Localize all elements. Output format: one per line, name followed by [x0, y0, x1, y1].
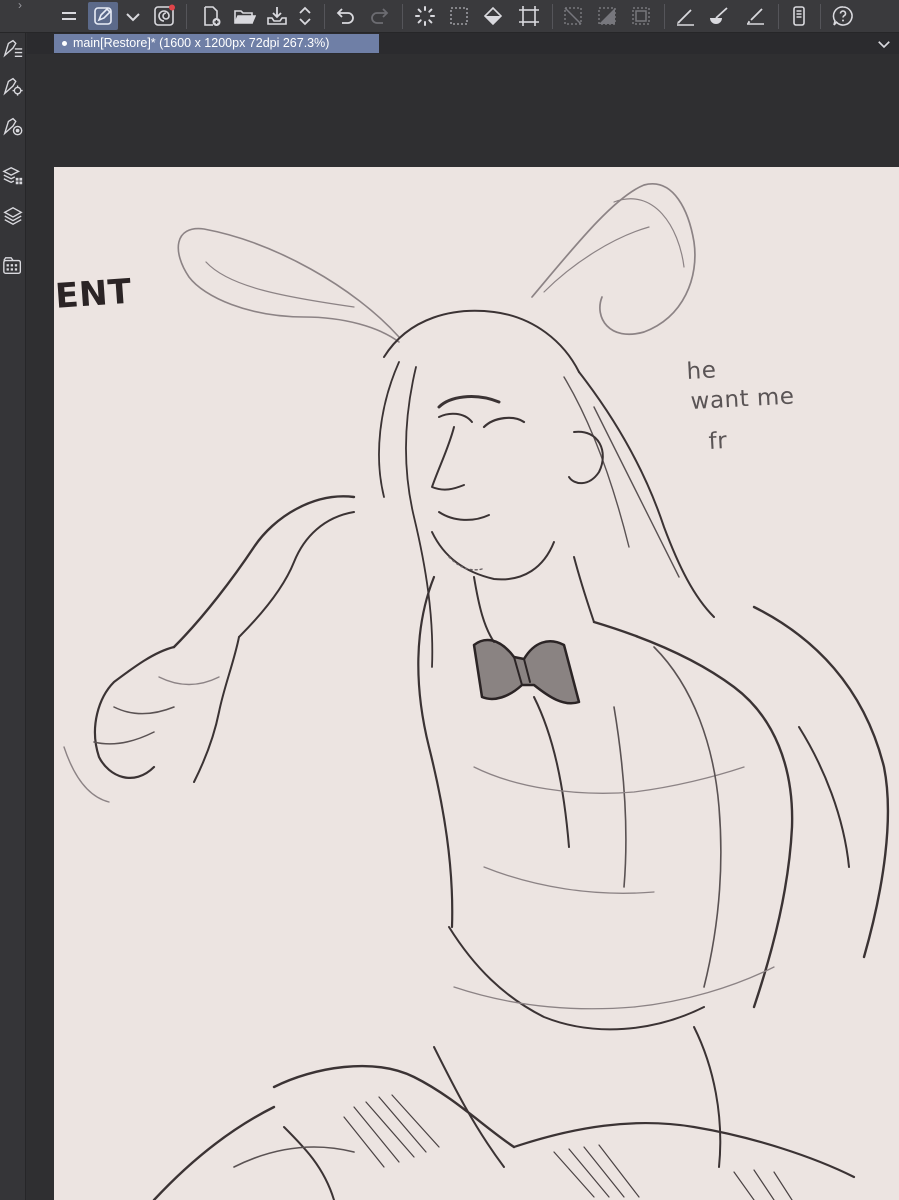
open-folder-icon[interactable] — [229, 2, 259, 30]
sketch-heading-partial: ENT — [54, 271, 133, 317]
brush-settings-icon[interactable] — [0, 33, 26, 63]
drawing-canvas[interactable]: ENT he want me fr — [54, 167, 899, 1200]
restore-icon[interactable] — [149, 2, 179, 30]
blend-tool-icon[interactable] — [704, 2, 734, 30]
layer-property-icon[interactable] — [0, 161, 26, 191]
redo-icon[interactable] — [364, 2, 394, 30]
invert-selection-icon[interactable] — [592, 2, 622, 30]
ruler-icon[interactable] — [740, 2, 770, 30]
document-tab[interactable]: main[Restore]* (1600 x 1200px 72dpi 267.… — [54, 34, 379, 53]
loading-spinner-icon[interactable] — [410, 2, 440, 30]
command-bar: › — [0, 0, 899, 33]
left-tool-strip — [0, 33, 26, 1200]
tool-property-icon[interactable] — [0, 71, 26, 101]
sketch-note-line-3: fr — [708, 428, 728, 455]
selection-marquee-icon[interactable] — [444, 2, 474, 30]
edit-pen-icon[interactable] — [88, 2, 118, 30]
smartphone-icon[interactable] — [784, 2, 814, 30]
tab-menu-chevron-icon[interactable] — [875, 35, 893, 52]
undo-icon[interactable] — [331, 2, 361, 30]
chevron-right-icon[interactable]: › — [18, 0, 22, 12]
transform-icon[interactable] — [514, 2, 544, 30]
up-down-arrows-icon[interactable] — [292, 2, 318, 30]
fill-bucket-icon[interactable] — [478, 2, 508, 30]
sketch-note-line-1: he — [686, 357, 718, 385]
layers-icon[interactable] — [0, 201, 26, 231]
sketch-artwork — [63, 182, 890, 1200]
save-icon[interactable] — [262, 2, 292, 30]
canvas-area[interactable]: ENT he want me fr — [27, 54, 899, 1200]
sub-tool-detail-icon[interactable] — [0, 111, 26, 141]
document-tab-bar: main[Restore]* (1600 x 1200px 72dpi 267.… — [27, 33, 899, 54]
deselect-icon[interactable] — [558, 2, 588, 30]
help-icon[interactable] — [828, 2, 858, 30]
unsaved-dot-icon — [62, 41, 67, 47]
new-document-icon[interactable] — [196, 2, 226, 30]
material-icon[interactable] — [0, 251, 26, 281]
document-tab-title: main[Restore]* (1600 x 1200px 72dpi 267.… — [73, 36, 330, 50]
menu-icon[interactable] — [54, 2, 84, 30]
selection-border-icon[interactable] — [626, 2, 656, 30]
chevron-down-icon[interactable] — [120, 2, 146, 30]
pen-brush-icon[interactable] — [670, 2, 700, 30]
sketch-note-line-2: want me — [690, 383, 796, 415]
